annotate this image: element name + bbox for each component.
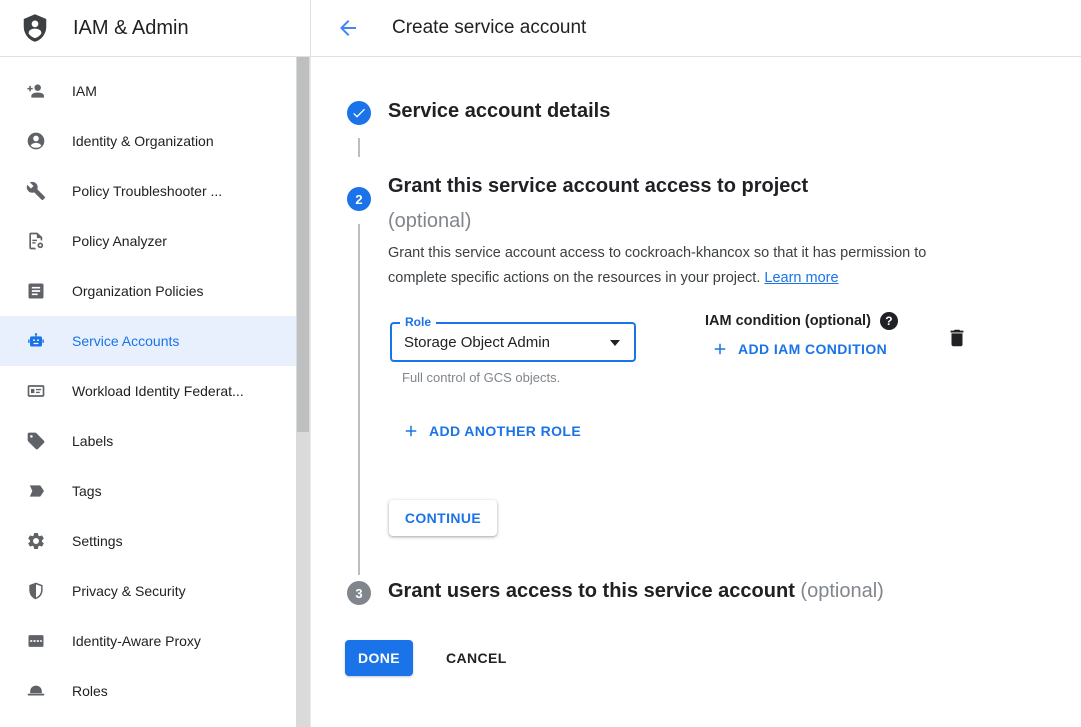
step3-number-badge: 3	[347, 581, 371, 605]
plus-icon	[402, 422, 420, 440]
person-add-icon	[26, 81, 46, 101]
sidebar-item-tags[interactable]: Tags	[0, 466, 296, 516]
step2-heading: Grant this service account access to pro…	[388, 169, 808, 239]
role-field-label: Role	[400, 315, 436, 329]
sidebar-item-iam[interactable]: IAM	[0, 66, 296, 116]
robot-icon	[26, 331, 46, 351]
add-another-role-label: ADD ANOTHER ROLE	[429, 423, 581, 439]
step2-number-badge: 2	[347, 187, 371, 211]
sidebar-item-settings[interactable]: Settings	[0, 516, 296, 566]
account-circle-icon	[26, 131, 46, 151]
sidebar-item-service-accounts[interactable]: Service Accounts	[0, 316, 296, 366]
role-helper-text: Full control of GCS objects.	[402, 370, 560, 385]
iam-admin-console: IAM & Admin Create service account IAM I…	[0, 0, 1081, 727]
proxy-icon	[26, 631, 46, 651]
sidebar-scrollbar[interactable]	[296, 57, 310, 727]
sidebar-item-label: Identity & Organization	[72, 133, 214, 149]
product-header: IAM & Admin	[0, 0, 311, 56]
iam-admin-shield-icon	[20, 13, 50, 43]
step-connector	[358, 224, 360, 575]
sidebar-item-label: Labels	[72, 433, 113, 449]
sidebar-scrollbar-thumb[interactable]	[297, 57, 309, 432]
iam-condition-label: IAM condition (optional)	[705, 313, 871, 329]
back-arrow-icon[interactable]	[335, 15, 361, 41]
sidebar-item-label: Roles	[72, 683, 108, 699]
step3-heading: Grant users access to this service accou…	[388, 578, 884, 604]
help-icon[interactable]: ?	[880, 312, 898, 330]
plus-icon	[711, 340, 729, 358]
badge-icon	[26, 381, 46, 401]
sidebar-item-labels[interactable]: Labels	[0, 416, 296, 466]
sidebar-item-label: Organization Policies	[72, 283, 204, 299]
hat-icon	[26, 681, 46, 701]
sidebar-item-privacy-security[interactable]: Privacy & Security	[0, 566, 296, 616]
step2-number: 2	[355, 192, 362, 207]
cancel-button[interactable]: CANCEL	[438, 640, 515, 676]
tag-icon	[26, 481, 46, 501]
step2-title: Grant this service account access to pro…	[388, 175, 808, 197]
role-selected-value: Storage Object Admin	[392, 334, 550, 351]
sidebar-item-label: Workload Identity Federat...	[72, 383, 244, 399]
sidebar-item-organization-policies[interactable]: Organization Policies	[0, 266, 296, 316]
product-name: IAM & Admin	[73, 17, 189, 40]
sidebar-item-label: Service Accounts	[72, 333, 179, 349]
create-service-account-form: Service account details 2 Grant this ser…	[312, 57, 1081, 727]
page-title: Create service account	[392, 17, 586, 39]
sidebar-item-label: Privacy & Security	[72, 583, 186, 599]
sidebar-item-label: IAM	[72, 83, 97, 99]
half-shield-icon	[26, 581, 46, 601]
iam-condition-header: IAM condition (optional) ?	[705, 312, 898, 330]
step2-description: Grant this service account access to coc…	[388, 241, 986, 291]
step3-optional-label: (optional)	[800, 580, 883, 602]
sidebar-item-label: Policy Analyzer	[72, 233, 167, 249]
done-button[interactable]: DONE	[345, 640, 413, 676]
article-icon	[26, 281, 46, 301]
dropdown-caret-icon	[610, 340, 620, 346]
role-select[interactable]: Role Storage Object Admin	[390, 322, 636, 362]
top-bar: IAM & Admin Create service account	[0, 0, 1081, 57]
learn-more-link[interactable]: Learn more	[764, 270, 838, 286]
add-another-role-button[interactable]: ADD ANOTHER ROLE	[402, 422, 581, 440]
continue-button[interactable]: CONTINUE	[389, 500, 497, 536]
step2-optional-label: (optional)	[388, 204, 808, 239]
add-iam-condition-button[interactable]: ADD IAM CONDITION	[711, 340, 887, 358]
policy-analyzer-icon	[26, 231, 46, 251]
sidebar-item-policy-analyzer[interactable]: Policy Analyzer	[0, 216, 296, 266]
sidebar-item-policy-troubleshooter[interactable]: Policy Troubleshooter ...	[0, 166, 296, 216]
sidebar-item-label: Settings	[72, 533, 123, 549]
page-header: Create service account	[311, 0, 1081, 56]
help-glyph: ?	[885, 314, 892, 328]
sidebar-item-workload-identity-federat[interactable]: Workload Identity Federat...	[0, 366, 296, 416]
sidebar-item-identity-organization[interactable]: Identity & Organization	[0, 116, 296, 166]
sidebar-item-label: Identity-Aware Proxy	[72, 633, 201, 649]
step3-number: 3	[355, 586, 362, 601]
step3-title: Grant users access to this service accou…	[388, 580, 795, 602]
sidebar-item-label: Policy Troubleshooter ...	[72, 183, 222, 199]
add-iam-condition-label: ADD IAM CONDITION	[738, 341, 887, 357]
sidebar-item-roles[interactable]: Roles	[0, 666, 296, 716]
step2-description-text: Grant this service account access to coc…	[388, 245, 926, 286]
sidebar: IAM Identity & Organization Policy Troub…	[0, 57, 311, 727]
sidebar-item-label: Tags	[72, 483, 102, 499]
gear-icon	[26, 531, 46, 551]
step1-title: Service account details	[388, 98, 610, 124]
wrench-icon	[26, 181, 46, 201]
label-icon	[26, 431, 46, 451]
step1-complete-check-icon	[347, 101, 371, 125]
sidebar-item-identity-aware-proxy[interactable]: Identity-Aware Proxy	[0, 616, 296, 666]
step-connector	[358, 138, 360, 157]
delete-role-trash-icon[interactable]	[946, 327, 968, 352]
